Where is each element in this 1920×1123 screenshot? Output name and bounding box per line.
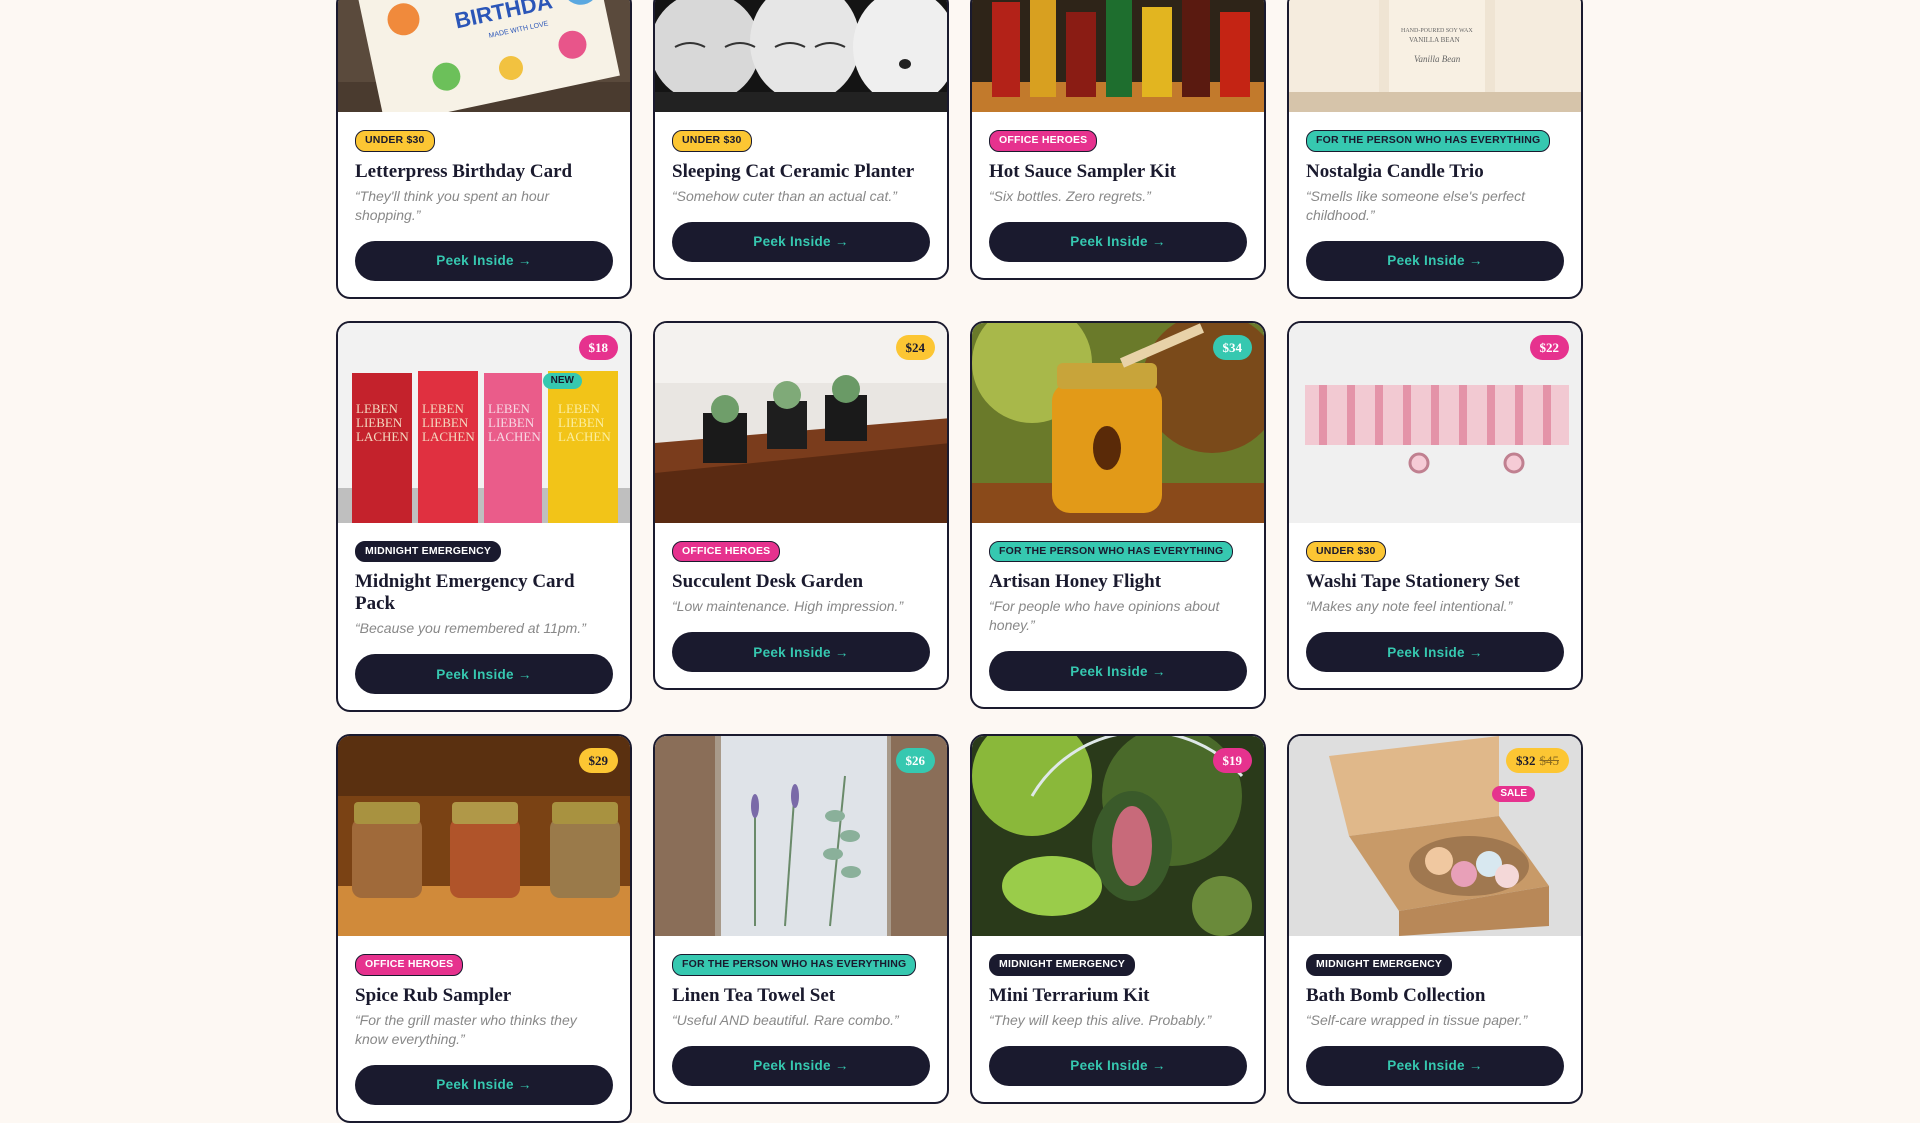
category-badge[interactable]: UNDER $30 bbox=[1306, 540, 1386, 563]
card-image-text: Vanilla Bean bbox=[1414, 54, 1461, 64]
card-image-text: LACHEN bbox=[356, 429, 409, 444]
card-image-text: LEBEN bbox=[488, 401, 530, 416]
card-image-text: HAND-POURED SOY WAX bbox=[1401, 28, 1473, 34]
category-badge[interactable]: FOR THE PERSON WHO HAS EVERYTHING bbox=[1306, 130, 1551, 152]
product-card: $29 OFFICE HEROES Spice Rub Sampler “For… bbox=[336, 734, 632, 1123]
product-grid: BIRTHDA HA MADE WITH LOVE UNDER $30 Lett… bbox=[336, 0, 1584, 1123]
product-name: Sleeping Cat Ceramic Planter bbox=[672, 160, 915, 182]
category-badge[interactable]: UNDER $30 bbox=[355, 130, 435, 152]
category-badge[interactable]: FOR THE PERSON WHO HAS EVERYTHING bbox=[672, 954, 917, 976]
card-image-text: LEBEN bbox=[558, 401, 600, 416]
card-image-text: LEBEN bbox=[356, 401, 398, 416]
product-card: $34 FOR THE PERSON WHO HAS EVERYTHING Ar… bbox=[970, 320, 1266, 710]
card-image-text: LIEBEN bbox=[356, 415, 403, 430]
product-quote: “Useful AND beautiful. Rare combo.” bbox=[672, 1011, 899, 1028]
product-card: BIRTHDA HA MADE WITH LOVE UNDER $30 Lett… bbox=[336, 0, 632, 299]
product-image[interactable]: LEBEN LIEBEN LACHEN LEBEN LIEBEN LACHEN … bbox=[338, 322, 630, 523]
product-name: Hot Sauce Sampler Kit bbox=[989, 160, 1177, 182]
product-card: $26 FOR THE PERSON WHO HAS EVERYTHING Li… bbox=[653, 734, 949, 1104]
product-card: $22 UNDER $30 Washi Tape Stationery Set … bbox=[1287, 320, 1583, 691]
peek-inside-button[interactable]: Peek Inside → bbox=[989, 221, 1247, 262]
category-badge[interactable]: OFFICE HEROES bbox=[355, 954, 464, 976]
price-current: $32 bbox=[1516, 753, 1536, 769]
product-name: Letterpress Birthday Card bbox=[355, 160, 573, 182]
product-image[interactable]: $19 bbox=[972, 736, 1264, 937]
product-name: Linen Tea Towel Set bbox=[672, 984, 836, 1006]
peek-inside-button[interactable]: Peek Inside → bbox=[672, 632, 930, 673]
card-image-text: LIEBEN bbox=[422, 415, 469, 430]
product-card: $32 $45 SALE MIDNIGHT EMERGENCY Bath Bomb… bbox=[1287, 734, 1583, 1104]
card-image-text: LIEBEN bbox=[558, 415, 605, 430]
category-badge[interactable]: MIDNIGHT EMERGENCY bbox=[989, 954, 1136, 976]
price-badge: $22 bbox=[1529, 334, 1569, 360]
product-image[interactable]: $22 bbox=[1289, 322, 1581, 523]
product-image[interactable]: BIRTHDA HA MADE WITH LOVE bbox=[338, 0, 630, 112]
product-image[interactable] bbox=[972, 0, 1264, 112]
card-image-text: LACHEN bbox=[558, 429, 611, 444]
card-image-text: LEBEN bbox=[422, 401, 464, 416]
price-badge: $32 $45 bbox=[1506, 748, 1569, 774]
product-image[interactable]: HAND-POURED SOY WAX VANILLA BEAN Vanilla… bbox=[1289, 0, 1581, 112]
product-quote: “Makes any note feel intentional.” bbox=[1306, 598, 1513, 615]
product-image[interactable]: $29 bbox=[338, 736, 630, 937]
peek-inside-button[interactable]: Peek Inside → bbox=[355, 654, 613, 695]
product-quote: “Smells like someone else's perfect chil… bbox=[1306, 187, 1525, 223]
new-badge: NEW bbox=[542, 372, 582, 389]
product-quote: “They'll think you spent an hour shoppin… bbox=[355, 187, 550, 223]
product-name: Succulent Desk Garden bbox=[672, 571, 864, 593]
price-badge: $18 bbox=[578, 334, 618, 360]
peek-inside-button[interactable]: Peek Inside → bbox=[1306, 240, 1564, 281]
product-name: Nostalgia Candle Trio bbox=[1306, 160, 1484, 182]
peek-inside-button[interactable]: Peek Inside → bbox=[1306, 632, 1564, 673]
card-image-text: LACHEN bbox=[422, 429, 475, 444]
product-name: Bath Bomb Collection bbox=[1306, 984, 1486, 1006]
product-quote: “Low maintenance. High impression.” bbox=[672, 598, 904, 615]
product-card: LEBEN LIEBEN LACHEN LEBEN LIEBEN LACHEN … bbox=[336, 320, 632, 713]
category-badge[interactable]: MIDNIGHT EMERGENCY bbox=[1306, 954, 1453, 976]
category-badge[interactable]: FOR THE PERSON WHO HAS EVERYTHING bbox=[989, 540, 1234, 563]
product-name: Washi Tape Stationery Set bbox=[1306, 571, 1520, 593]
category-badge[interactable]: MIDNIGHT EMERGENCY bbox=[355, 540, 502, 563]
product-card: $24 OFFICE HEROES Succulent Desk Garden … bbox=[653, 320, 949, 691]
product-quote: “Six bottles. Zero regrets.” bbox=[989, 187, 1151, 204]
peek-inside-button[interactable]: Peek Inside → bbox=[355, 1064, 613, 1105]
peek-inside-button[interactable]: Peek Inside → bbox=[355, 240, 613, 281]
product-quote: “Somehow cuter than an actual cat.” bbox=[672, 187, 897, 204]
card-image-text: LIEBEN bbox=[488, 415, 535, 430]
product-card: UNDER $30 Sleeping Cat Ceramic Planter “… bbox=[653, 0, 949, 280]
product-image[interactable] bbox=[655, 0, 947, 112]
product-card: $19 MIDNIGHT EMERGENCY Mini Terrarium Ki… bbox=[970, 734, 1266, 1104]
product-quote: “For people who have opinions about hone… bbox=[989, 598, 1220, 634]
price-badge: $29 bbox=[578, 748, 618, 774]
category-badge[interactable]: OFFICE HEROES bbox=[989, 130, 1098, 152]
product-quote: “For the grill master who thinks they kn… bbox=[355, 1011, 577, 1047]
product-quote: “Self-care wrapped in tissue paper.” bbox=[1306, 1011, 1528, 1028]
product-card: HAND-POURED SOY WAX VANILLA BEAN Vanilla… bbox=[1287, 0, 1583, 299]
price-badge: $34 bbox=[1212, 334, 1252, 360]
peek-inside-button[interactable]: Peek Inside → bbox=[672, 221, 930, 262]
product-name: Midnight Emergency Card Pack bbox=[355, 571, 575, 615]
product-quote: “They will keep this alive. Probably.” bbox=[989, 1011, 1212, 1028]
product-quote: “Because you remembered at 11pm.” bbox=[355, 620, 586, 637]
product-image[interactable]: $32 $45 SALE bbox=[1289, 736, 1581, 937]
price-badge: $26 bbox=[895, 748, 935, 774]
product-card: OFFICE HEROES Hot Sauce Sampler Kit “Six… bbox=[970, 0, 1266, 280]
product-name: Mini Terrarium Kit bbox=[989, 984, 1150, 1006]
sale-badge: SALE bbox=[1492, 786, 1535, 803]
product-image[interactable]: $26 bbox=[655, 736, 947, 937]
price-original: $45 bbox=[1539, 753, 1560, 769]
category-badge[interactable]: UNDER $30 bbox=[672, 130, 752, 152]
price-badge: $19 bbox=[1212, 748, 1252, 774]
peek-inside-button[interactable]: Peek Inside → bbox=[989, 651, 1247, 692]
card-image-text: VANILLA BEAN bbox=[1409, 36, 1460, 44]
product-name: Spice Rub Sampler bbox=[355, 984, 512, 1006]
card-image-text: LACHEN bbox=[488, 429, 541, 444]
category-badge[interactable]: OFFICE HEROES bbox=[672, 540, 781, 563]
product-name: Artisan Honey Flight bbox=[989, 571, 1162, 593]
price-badge: $24 bbox=[895, 334, 935, 360]
product-image[interactable]: $34 bbox=[972, 322, 1264, 523]
product-image[interactable]: $24 bbox=[655, 322, 947, 523]
